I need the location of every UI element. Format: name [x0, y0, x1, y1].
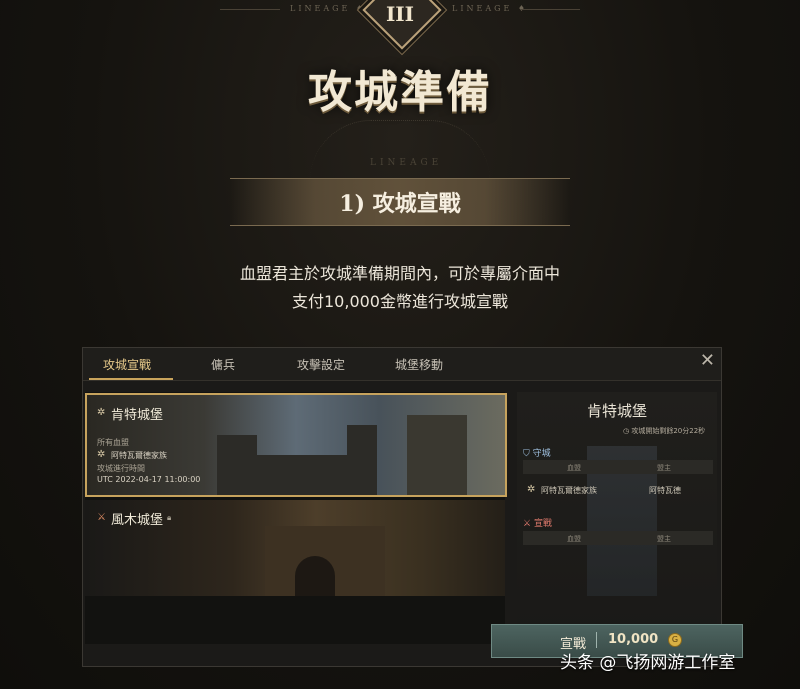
- divider: [520, 9, 580, 10]
- divider: [220, 9, 280, 10]
- defense-header-row: 血盟 盟主: [523, 460, 713, 474]
- castle-tower: [347, 425, 377, 495]
- attack-section-label: ⚔ 宣戰: [523, 516, 552, 529]
- defense-section-label: ⛉ 守城: [523, 446, 551, 459]
- chapter-numeral: III: [385, 2, 415, 26]
- owner-label: 所有血盟: [97, 438, 129, 447]
- col-clan: 血盟: [567, 535, 581, 543]
- shield-icon: ⛉: [523, 449, 533, 459]
- tab-attack-settings[interactable]: 攻擊設定: [297, 356, 345, 373]
- description-line-2: 支付10,000金幣進行攻城宣戰: [292, 292, 508, 311]
- watermark: 头条 @飞扬网游工作室: [560, 653, 736, 673]
- attack-label: 宣戰: [533, 519, 552, 529]
- castle-tower: [407, 415, 467, 495]
- gold-coin-icon: G: [668, 633, 682, 647]
- siege-time-label: 攻城進行時間: [97, 464, 145, 473]
- siege-countdown: ◷ 攻城開始剩餘20分22秒: [623, 427, 706, 435]
- siege-panel: 攻城宣戰 傭兵 攻擊設定 城堡移動 ✕ ✲ 肯特城堡 所有血盟 ✲ 阿特瓦爾德家…: [82, 347, 722, 667]
- description-line-1: 血盟君主於攻城準備期間內，可於專屬介面中: [239, 264, 560, 283]
- owner-clan: 阿特瓦爾德家族: [111, 451, 167, 460]
- castle-crest-icon: ✲: [97, 407, 106, 418]
- castle-name: 風木城堡: [111, 513, 164, 528]
- tab-mercenary[interactable]: 傭兵: [211, 356, 235, 373]
- castle-name: 肯特城堡: [111, 408, 164, 423]
- clan-crest-icon: ✲: [97, 449, 106, 460]
- siege-time: UTC 2022-04-17 11:00:00: [97, 475, 201, 484]
- arc-rune-text: LINEAGE: [370, 158, 443, 168]
- col-leader: 盟主: [657, 535, 671, 543]
- col-clan: 血盟: [567, 464, 581, 472]
- crossed-swords-icon: ⚔: [523, 519, 534, 529]
- clan-crest-icon: ✲: [527, 484, 536, 495]
- lock-icon: 🔒︎: [167, 513, 172, 522]
- rune-text-right: LINEAGE ♦: [452, 4, 529, 13]
- tab-bar: 攻城宣戰 傭兵 攻擊設定 城堡移動 ✕: [83, 348, 721, 381]
- castle-wall: [257, 455, 347, 495]
- defense-label: 守城: [532, 449, 551, 459]
- attack-header-row: 血盟 盟主: [523, 531, 713, 545]
- close-icon[interactable]: ✕: [700, 350, 715, 371]
- page-title: 攻城準備: [308, 67, 492, 118]
- section-title: 1) 攻城宣戰: [339, 191, 461, 217]
- tab-siege-declare[interactable]: 攻城宣戰: [103, 356, 151, 373]
- decorative-arc: [310, 120, 490, 181]
- tab-castle-move[interactable]: 城堡移動: [395, 356, 443, 373]
- defense-clan: 阿特瓦爾德家族: [541, 486, 597, 495]
- detail-castle-name: 肯特城堡: [586, 402, 647, 420]
- col-leader: 盟主: [657, 464, 671, 472]
- castle-tower: [217, 435, 257, 495]
- divider: [596, 632, 597, 648]
- rune-text-left: LINEAGE ♦: [290, 4, 367, 13]
- castle-arch: [295, 556, 335, 596]
- castle-crest-icon: ⚔: [97, 512, 106, 523]
- active-tab-indicator: [89, 378, 173, 380]
- defense-leader: 阿特瓦德: [649, 486, 681, 495]
- declare-war-cost: 10,000: [608, 632, 659, 647]
